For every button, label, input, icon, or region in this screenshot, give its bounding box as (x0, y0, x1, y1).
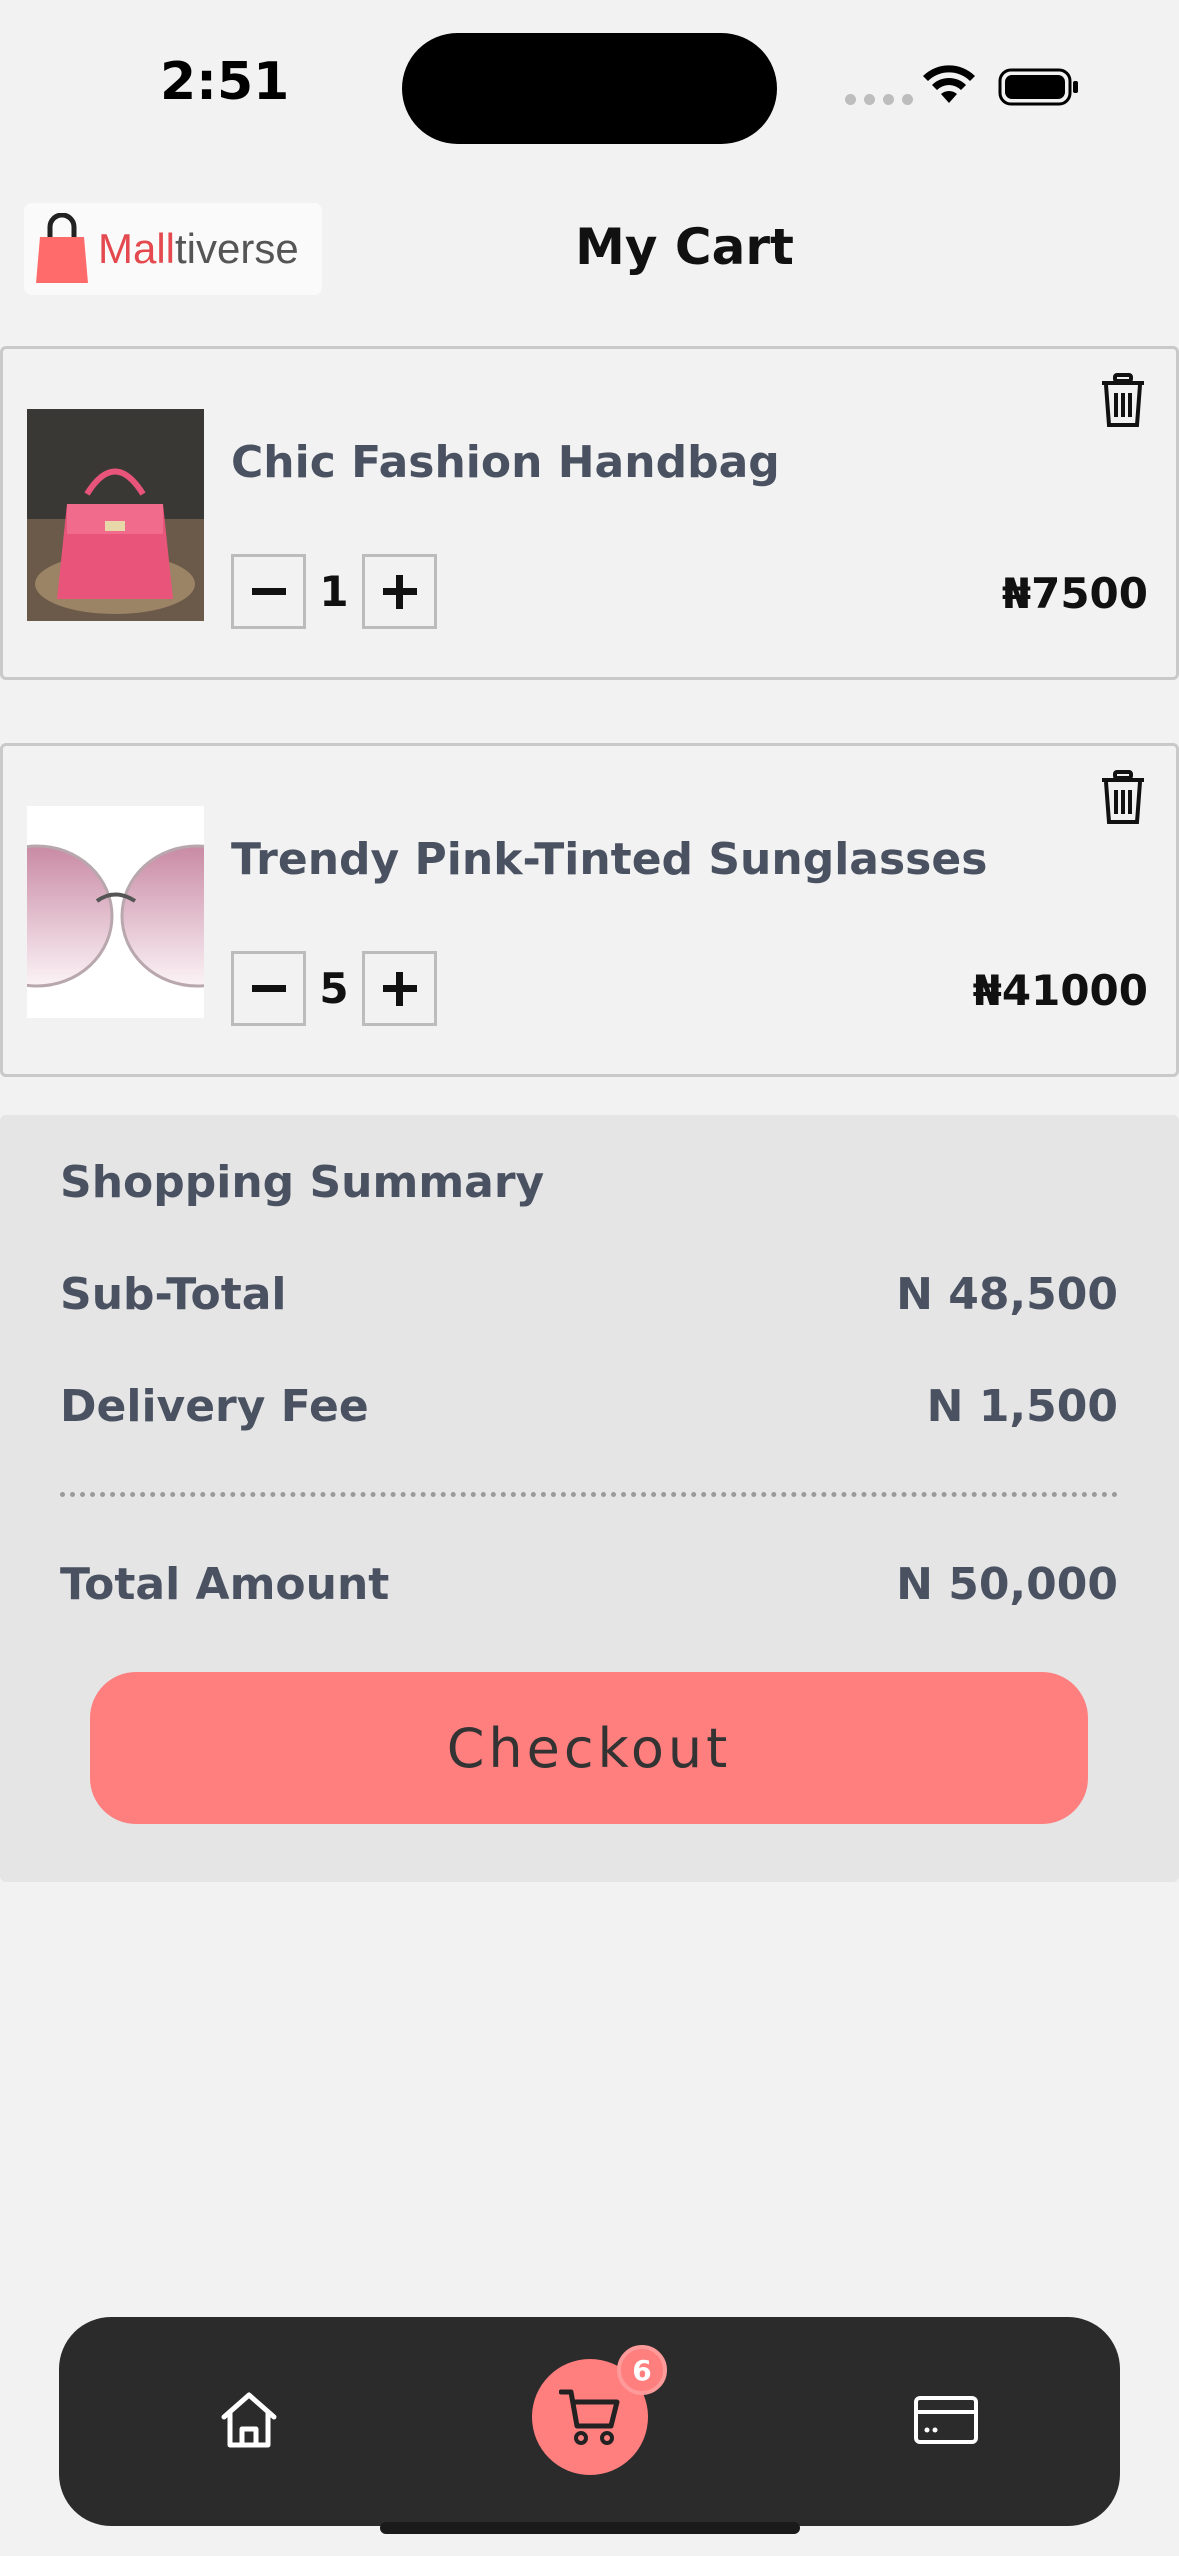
card-icon (914, 2396, 978, 2444)
subtotal-label: Sub-Total (60, 1269, 287, 1320)
plus-icon (382, 574, 417, 609)
delivery-fee-label: Delivery Fee (60, 1381, 369, 1432)
quantity-stepper: 1 (231, 554, 437, 629)
nav-payment[interactable] (901, 2375, 991, 2465)
item-price: ₦7500 (1001, 569, 1148, 618)
delivery-fee-row: Delivery Fee N 1,500 (60, 1381, 1118, 1432)
nav-home[interactable] (204, 2375, 294, 2465)
summary-heading: Shopping Summary (60, 1157, 545, 1208)
quantity-stepper: 5 (231, 951, 437, 1026)
status-time: 2:51 (160, 52, 290, 112)
wifi-icon (923, 65, 975, 103)
product-image-handbag (27, 409, 204, 621)
total-row: Total Amount N 50,000 (60, 1559, 1118, 1610)
total-label: Total Amount (60, 1559, 390, 1610)
minus-icon (251, 587, 286, 595)
dynamic-island (402, 33, 777, 144)
delete-icon[interactable] (1100, 373, 1146, 427)
increase-button[interactable] (362, 554, 437, 629)
item-price: ₦41000 (972, 966, 1148, 1015)
subtotal-value: N 48,500 (896, 1269, 1118, 1320)
delivery-fee-value: N 1,500 (926, 1381, 1118, 1432)
quantity-value: 5 (319, 964, 349, 1013)
cart-item: Chic Fashion Handbag 1 ₦7500 (0, 346, 1179, 680)
summary-divider (60, 1492, 1118, 1497)
minus-icon (251, 984, 286, 992)
battery-icon (998, 68, 1078, 106)
item-name: Trendy Pink-Tinted Sunglasses (231, 834, 988, 885)
cellular-signal-icon (845, 94, 913, 105)
product-image-sunglasses (27, 806, 204, 1018)
decrease-button[interactable] (231, 554, 306, 629)
bottom-nav: 6 (59, 2317, 1120, 2526)
home-icon (221, 2392, 277, 2448)
quantity-value: 1 (319, 567, 349, 616)
total-value: N 50,000 (896, 1559, 1118, 1610)
home-indicator (380, 2522, 800, 2534)
cart-item: Trendy Pink-Tinted Sunglasses 5 ₦41000 (0, 743, 1179, 1077)
item-name: Chic Fashion Handbag (231, 437, 780, 488)
cart-icon (559, 2389, 620, 2445)
shopping-summary: Shopping Summary Sub-Total N 48,500 Deli… (0, 1115, 1179, 1882)
decrease-button[interactable] (231, 951, 306, 1026)
page-title: My Cart (575, 218, 794, 276)
cart-badge: 6 (617, 2345, 667, 2395)
plus-icon (382, 971, 417, 1006)
checkout-button[interactable]: Checkout (90, 1672, 1088, 1824)
increase-button[interactable] (362, 951, 437, 1026)
subtotal-row: Sub-Total N 48,500 (60, 1269, 1118, 1320)
delete-icon[interactable] (1100, 770, 1146, 824)
